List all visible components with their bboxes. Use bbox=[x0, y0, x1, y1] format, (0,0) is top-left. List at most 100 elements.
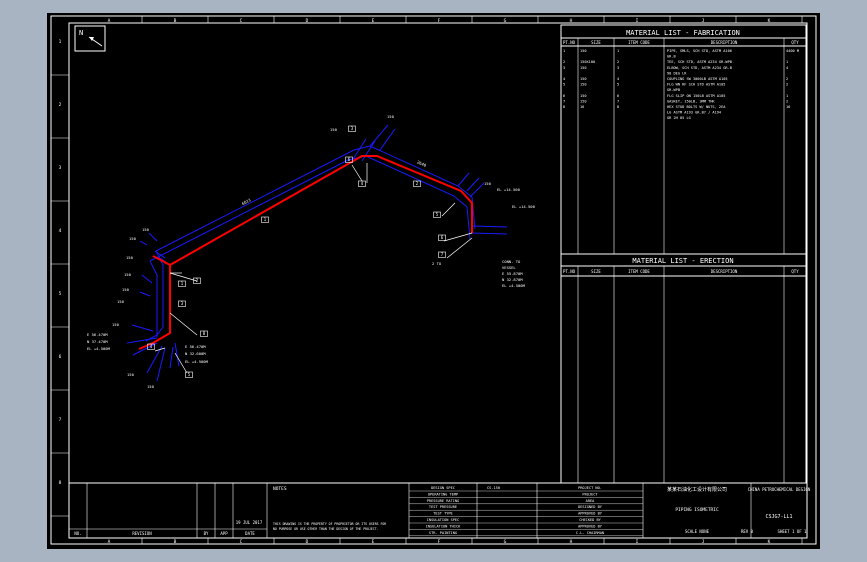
scale-label: SCALE NONE bbox=[685, 529, 710, 534]
erection-title: MATERIAL LIST - ERECTION bbox=[632, 257, 733, 265]
grid-col-label: F bbox=[438, 539, 441, 545]
param-label: TEST PRESSURE bbox=[429, 505, 457, 509]
grid-row-label: 6 bbox=[59, 354, 62, 360]
grid-row-label: 1 bbox=[59, 39, 62, 45]
drawing-text-l150_9: 150 bbox=[147, 384, 155, 389]
drawing-text-l150_5: 150 bbox=[122, 287, 130, 292]
project-label: CHECKED BY bbox=[579, 518, 601, 522]
drawing-text-l150_8: 150 bbox=[127, 372, 135, 377]
fabrication-cell: 150 bbox=[580, 99, 587, 103]
grid-col-label: C bbox=[240, 18, 243, 24]
revision-date: 19 JUL 2017 bbox=[236, 520, 263, 525]
grid-col-label: B bbox=[174, 18, 177, 24]
fabrication-cell: 6 bbox=[617, 94, 619, 98]
drawing-text-l150_2: 150 bbox=[142, 227, 150, 232]
fabrication-cell: 4 bbox=[786, 66, 788, 70]
erection-header: DESCRIPTION bbox=[711, 269, 738, 274]
fabrication-cell: 150 bbox=[580, 49, 587, 53]
drawing-text-conn5: EL +4.500M bbox=[502, 283, 526, 288]
callout-number: 5 bbox=[188, 372, 191, 377]
erection-table: MATERIAL LIST - ERECTION PT.NO SIZE ITEM C… bbox=[560, 253, 807, 484]
fabrication-cell: 1 bbox=[617, 49, 619, 53]
grid-col-label: D bbox=[306, 18, 309, 24]
company-name-cn: 某某石油化工设计有限公司 bbox=[667, 486, 727, 493]
fabrication-cell: COUPLING SW 3000LB ASTM A105 bbox=[667, 77, 728, 81]
grid-col-label: J bbox=[702, 539, 705, 545]
project-label: C.L. CHAIRMAN bbox=[576, 531, 604, 535]
cad-viewport[interactable]: AABBCCDDEEFFGGHHIIJJKKLL 12345678 N MATE… bbox=[47, 13, 820, 549]
fabrication-cell: LG ASTM A193 GR.B7 / A194 bbox=[667, 111, 721, 115]
fabrication-cell: 5 bbox=[617, 83, 619, 87]
fabrication-cell: 1 bbox=[563, 49, 565, 53]
drawing-text-elev1: EL +14.500 bbox=[497, 187, 521, 192]
fabrication-cell: PIPE, SMLS, SCH STD, ASTM A106 bbox=[667, 49, 732, 53]
fabrication-header: DESCRIPTION bbox=[711, 40, 738, 45]
fabrication-cell: FLG SLIP ON 150LB ASTM A105 bbox=[667, 94, 725, 98]
callout-number: 4 bbox=[150, 344, 153, 349]
grid-col-label: H bbox=[570, 539, 573, 545]
fabrication-cell: ELBOW, SCH STD, ASTM A234 GR.B bbox=[667, 66, 732, 70]
param-label: PRESSURE RATING bbox=[427, 499, 459, 503]
grid-col-label: A bbox=[108, 18, 111, 24]
revision-header: DATE bbox=[245, 531, 255, 536]
grid-row-label: 2 bbox=[59, 102, 62, 108]
fabrication-cell: 7 bbox=[563, 99, 565, 103]
drawing-text-elev4: N 37.470M bbox=[87, 339, 108, 344]
fabrication-cell: 4 bbox=[563, 77, 565, 81]
fabrication-cell: GASKET, 150LB, 3MM THK bbox=[667, 99, 715, 103]
grid-col-label: K bbox=[768, 18, 771, 24]
fabrication-cell: 4 bbox=[617, 77, 619, 81]
fabrication-cell: 4400 M bbox=[786, 49, 800, 53]
fabrication-cell: FLG WN RF SCH STD ASTM A105 bbox=[667, 83, 725, 87]
fabrication-header: ITEM CODE bbox=[628, 40, 650, 45]
drawing-text-l150_12: 150 bbox=[484, 181, 492, 186]
grid-col-label: E bbox=[372, 18, 375, 24]
fabrication-cell: 2 bbox=[617, 60, 619, 64]
callout-number: 1 bbox=[264, 217, 267, 222]
leader-lines bbox=[154, 163, 473, 374]
grid-row-label: 8 bbox=[59, 480, 62, 486]
fabrication-cell: 150 bbox=[580, 83, 587, 87]
param-label: OPERATING TEMP bbox=[428, 492, 458, 496]
rev-label: REV 0 bbox=[741, 529, 754, 534]
drawing-text-conn4: N 32.870M bbox=[502, 277, 523, 282]
fabrication-header: PT.NO bbox=[563, 40, 576, 45]
fabrication-cell: 1 bbox=[786, 60, 788, 64]
pipe-centerline-upper bbox=[169, 155, 473, 266]
fabrication-header: SIZE bbox=[591, 40, 601, 45]
notes-text-1: THIS DRAWING IS THE PROPERTY OF PROPRIET… bbox=[273, 522, 386, 526]
grid-col-label: A bbox=[108, 539, 111, 545]
fabrication-cell: 2 bbox=[786, 83, 788, 87]
fabrication-cell: 7 bbox=[617, 99, 619, 103]
fabrication-cell: 2 bbox=[563, 60, 565, 64]
grid-row-label: 5 bbox=[59, 291, 62, 297]
fabrication-cell: 1 bbox=[786, 94, 788, 98]
drawing-text-l150_7: 150 bbox=[112, 322, 120, 327]
callout-number: 4 bbox=[361, 181, 364, 186]
drawing-text-l150_6: 150 bbox=[117, 299, 125, 304]
callout-number: 1 bbox=[181, 281, 184, 286]
fabrication-cell: 8 bbox=[563, 105, 565, 109]
grid-row-label: 3 bbox=[59, 165, 62, 171]
grid-col-label: J bbox=[702, 18, 705, 24]
fabrication-cell: GR.B bbox=[667, 55, 676, 59]
drawing-text-conn2: VESSEL bbox=[502, 265, 516, 270]
grid-row-labels: 1 2 3 4 5 6 7 8 bbox=[51, 39, 69, 517]
erection-header: PT.NO bbox=[563, 269, 576, 274]
param-label: STR. PAINTING bbox=[429, 531, 457, 535]
callout-number: 2 bbox=[416, 181, 419, 186]
drawing-text-l150_1: 150 bbox=[129, 236, 137, 241]
drawing-text-elev5: EL +4.500M bbox=[87, 346, 111, 351]
drawing-text-elev7: N 32.600M bbox=[185, 351, 206, 356]
project-label: DESIGNED BY bbox=[578, 505, 603, 509]
project-label: APPROVED BY bbox=[578, 524, 603, 528]
erection-header: ITEM CODE bbox=[628, 269, 650, 274]
fabrication-cell: 150 bbox=[580, 77, 587, 81]
fabrication-cell: 8 bbox=[617, 105, 619, 109]
grid-col-label: F bbox=[438, 18, 441, 24]
isometric-drawing-sheet: AABBCCDDEEFFGGHHIIJJKKLL 12345678 N MATE… bbox=[50, 15, 817, 545]
grid-col-label: G bbox=[504, 18, 507, 24]
grid-row-label: 7 bbox=[59, 417, 62, 423]
drawing-text-l150_4: 150 bbox=[124, 272, 132, 277]
fabrication-table: MATERIAL LIST - FABRICATION PT.NO SIZE ITE… bbox=[560, 24, 807, 255]
